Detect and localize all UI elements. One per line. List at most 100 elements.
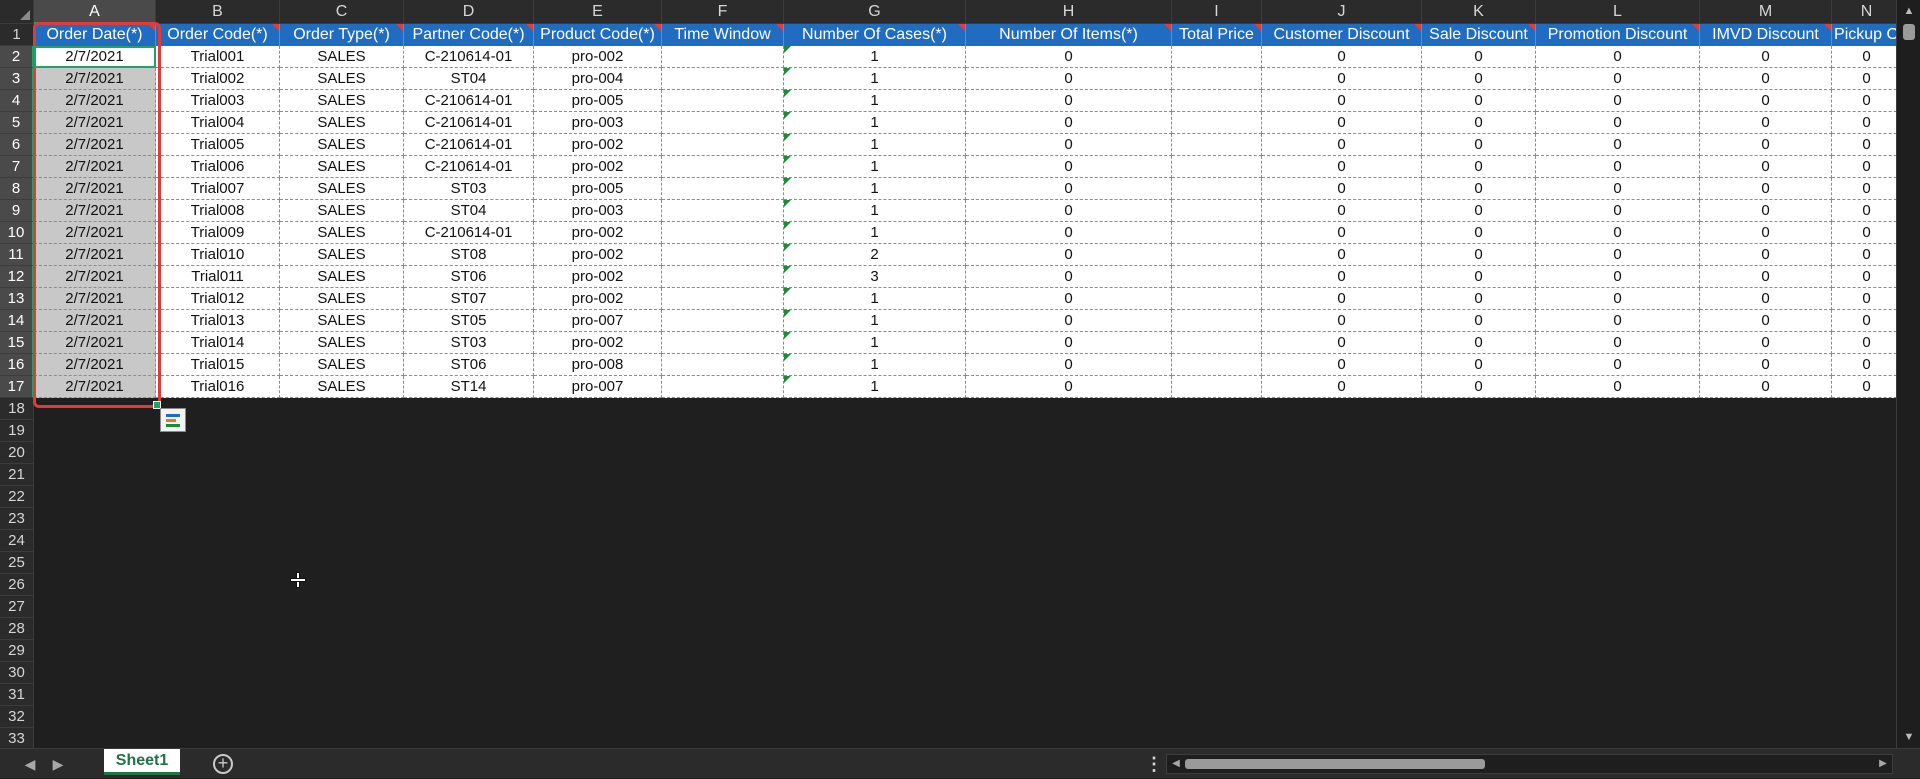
cell-h10[interactable]: 0 bbox=[966, 222, 1172, 244]
header-cell-d[interactable]: Partner Code(*) bbox=[404, 24, 534, 46]
cell-g17[interactable]: 1 bbox=[784, 376, 966, 398]
cell-b12[interactable]: Trial011 bbox=[156, 266, 280, 288]
cell-b6[interactable]: Trial005 bbox=[156, 134, 280, 156]
row-header-7[interactable]: 7 bbox=[0, 156, 34, 178]
cell-b10[interactable]: Trial009 bbox=[156, 222, 280, 244]
cell-b17[interactable]: Trial016 bbox=[156, 376, 280, 398]
cell-a2[interactable]: 2/7/2021 bbox=[34, 46, 156, 68]
cell-j4[interactable]: 0 bbox=[1262, 90, 1422, 112]
cell-i4[interactable] bbox=[1172, 90, 1262, 112]
header-cell-i[interactable]: Total Price bbox=[1172, 24, 1262, 46]
cell-e15[interactable]: pro-002 bbox=[534, 332, 662, 354]
row-header-5[interactable]: 5 bbox=[0, 112, 34, 134]
row-header-18[interactable]: 18 bbox=[0, 398, 34, 420]
cell-d6[interactable]: C-210614-01 bbox=[404, 134, 534, 156]
cell-h11[interactable]: 0 bbox=[966, 244, 1172, 266]
cell-k13[interactable]: 0 bbox=[1422, 288, 1536, 310]
cell-b8[interactable]: Trial007 bbox=[156, 178, 280, 200]
scroll-right-icon[interactable]: ▶ bbox=[1874, 755, 1892, 773]
cell-e10[interactable]: pro-002 bbox=[534, 222, 662, 244]
cell-c9[interactable]: SALES bbox=[280, 200, 404, 222]
cell-k6[interactable]: 0 bbox=[1422, 134, 1536, 156]
row-header-29[interactable]: 29 bbox=[0, 640, 34, 662]
cell-i17[interactable] bbox=[1172, 376, 1262, 398]
cell-l12[interactable]: 0 bbox=[1536, 266, 1700, 288]
horizontal-scrollbar[interactable]: ◀ ▶ bbox=[1166, 754, 1893, 774]
cell-n13[interactable]: 0 bbox=[1832, 288, 1896, 310]
cell-a11[interactable]: 2/7/2021 bbox=[34, 244, 156, 266]
cell-f3[interactable] bbox=[662, 68, 784, 90]
row-header-10[interactable]: 10 bbox=[0, 222, 34, 244]
cell-j2[interactable]: 0 bbox=[1262, 46, 1422, 68]
column-header-d[interactable]: D bbox=[404, 0, 534, 24]
column-header-e[interactable]: E bbox=[534, 0, 662, 24]
cell-d2[interactable]: C-210614-01 bbox=[404, 46, 534, 68]
cell-d14[interactable]: ST05 bbox=[404, 310, 534, 332]
cell-f17[interactable] bbox=[662, 376, 784, 398]
cell-g9[interactable]: 1 bbox=[784, 200, 966, 222]
header-cell-h[interactable]: Number Of Items(*) bbox=[966, 24, 1172, 46]
cell-l8[interactable]: 0 bbox=[1536, 178, 1700, 200]
cell-e13[interactable]: pro-002 bbox=[534, 288, 662, 310]
column-header-n[interactable]: N bbox=[1832, 0, 1902, 24]
cell-m9[interactable]: 0 bbox=[1700, 200, 1832, 222]
cell-g13[interactable]: 1 bbox=[784, 288, 966, 310]
cell-d13[interactable]: ST07 bbox=[404, 288, 534, 310]
row-header-25[interactable]: 25 bbox=[0, 552, 34, 574]
cell-n15[interactable]: 0 bbox=[1832, 332, 1896, 354]
cell-a16[interactable]: 2/7/2021 bbox=[34, 354, 156, 376]
cell-h5[interactable]: 0 bbox=[966, 112, 1172, 134]
cell-k2[interactable]: 0 bbox=[1422, 46, 1536, 68]
row-header-13[interactable]: 13 bbox=[0, 288, 34, 310]
cell-a12[interactable]: 2/7/2021 bbox=[34, 266, 156, 288]
row-header-3[interactable]: 3 bbox=[0, 68, 34, 90]
cell-e17[interactable]: pro-007 bbox=[534, 376, 662, 398]
cell-e4[interactable]: pro-005 bbox=[534, 90, 662, 112]
cell-c5[interactable]: SALES bbox=[280, 112, 404, 134]
cell-m3[interactable]: 0 bbox=[1700, 68, 1832, 90]
cell-b3[interactable]: Trial002 bbox=[156, 68, 280, 90]
row-header-30[interactable]: 30 bbox=[0, 662, 34, 684]
cell-i9[interactable] bbox=[1172, 200, 1262, 222]
row-header-12[interactable]: 12 bbox=[0, 266, 34, 288]
row-header-9[interactable]: 9 bbox=[0, 200, 34, 222]
cell-k12[interactable]: 0 bbox=[1422, 266, 1536, 288]
cell-a3[interactable]: 2/7/2021 bbox=[34, 68, 156, 90]
cell-n17[interactable]: 0 bbox=[1832, 376, 1896, 398]
row-header-8[interactable]: 8 bbox=[0, 178, 34, 200]
cell-f13[interactable] bbox=[662, 288, 784, 310]
cell-n3[interactable]: 0 bbox=[1832, 68, 1896, 90]
cell-i14[interactable] bbox=[1172, 310, 1262, 332]
header-cell-k[interactable]: Sale Discount bbox=[1422, 24, 1536, 46]
cell-j17[interactable]: 0 bbox=[1262, 376, 1422, 398]
cell-c11[interactable]: SALES bbox=[280, 244, 404, 266]
cell-g11[interactable]: 2 bbox=[784, 244, 966, 266]
cell-n8[interactable]: 0 bbox=[1832, 178, 1896, 200]
header-cell-f[interactable]: Time Window bbox=[662, 24, 784, 46]
cell-n11[interactable]: 0 bbox=[1832, 244, 1896, 266]
cell-k3[interactable]: 0 bbox=[1422, 68, 1536, 90]
cell-l6[interactable]: 0 bbox=[1536, 134, 1700, 156]
cell-d16[interactable]: ST06 bbox=[404, 354, 534, 376]
cell-l4[interactable]: 0 bbox=[1536, 90, 1700, 112]
row-header-33[interactable]: 33 bbox=[0, 728, 34, 748]
cell-l3[interactable]: 0 bbox=[1536, 68, 1700, 90]
cell-c4[interactable]: SALES bbox=[280, 90, 404, 112]
cell-f2[interactable] bbox=[662, 46, 784, 68]
cell-c15[interactable]: SALES bbox=[280, 332, 404, 354]
row-header-20[interactable]: 20 bbox=[0, 442, 34, 464]
cell-k7[interactable]: 0 bbox=[1422, 156, 1536, 178]
cell-n7[interactable]: 0 bbox=[1832, 156, 1896, 178]
row-header-31[interactable]: 31 bbox=[0, 684, 34, 706]
cell-j5[interactable]: 0 bbox=[1262, 112, 1422, 134]
cell-e3[interactable]: pro-004 bbox=[534, 68, 662, 90]
cell-a15[interactable]: 2/7/2021 bbox=[34, 332, 156, 354]
cell-a8[interactable]: 2/7/2021 bbox=[34, 178, 156, 200]
cell-e9[interactable]: pro-003 bbox=[534, 200, 662, 222]
cell-b5[interactable]: Trial004 bbox=[156, 112, 280, 134]
cell-m10[interactable]: 0 bbox=[1700, 222, 1832, 244]
cell-m12[interactable]: 0 bbox=[1700, 266, 1832, 288]
triangle-left-icon[interactable]: ◀ bbox=[16, 749, 44, 779]
row-header-17[interactable]: 17 bbox=[0, 376, 34, 398]
cell-n16[interactable]: 0 bbox=[1832, 354, 1896, 376]
